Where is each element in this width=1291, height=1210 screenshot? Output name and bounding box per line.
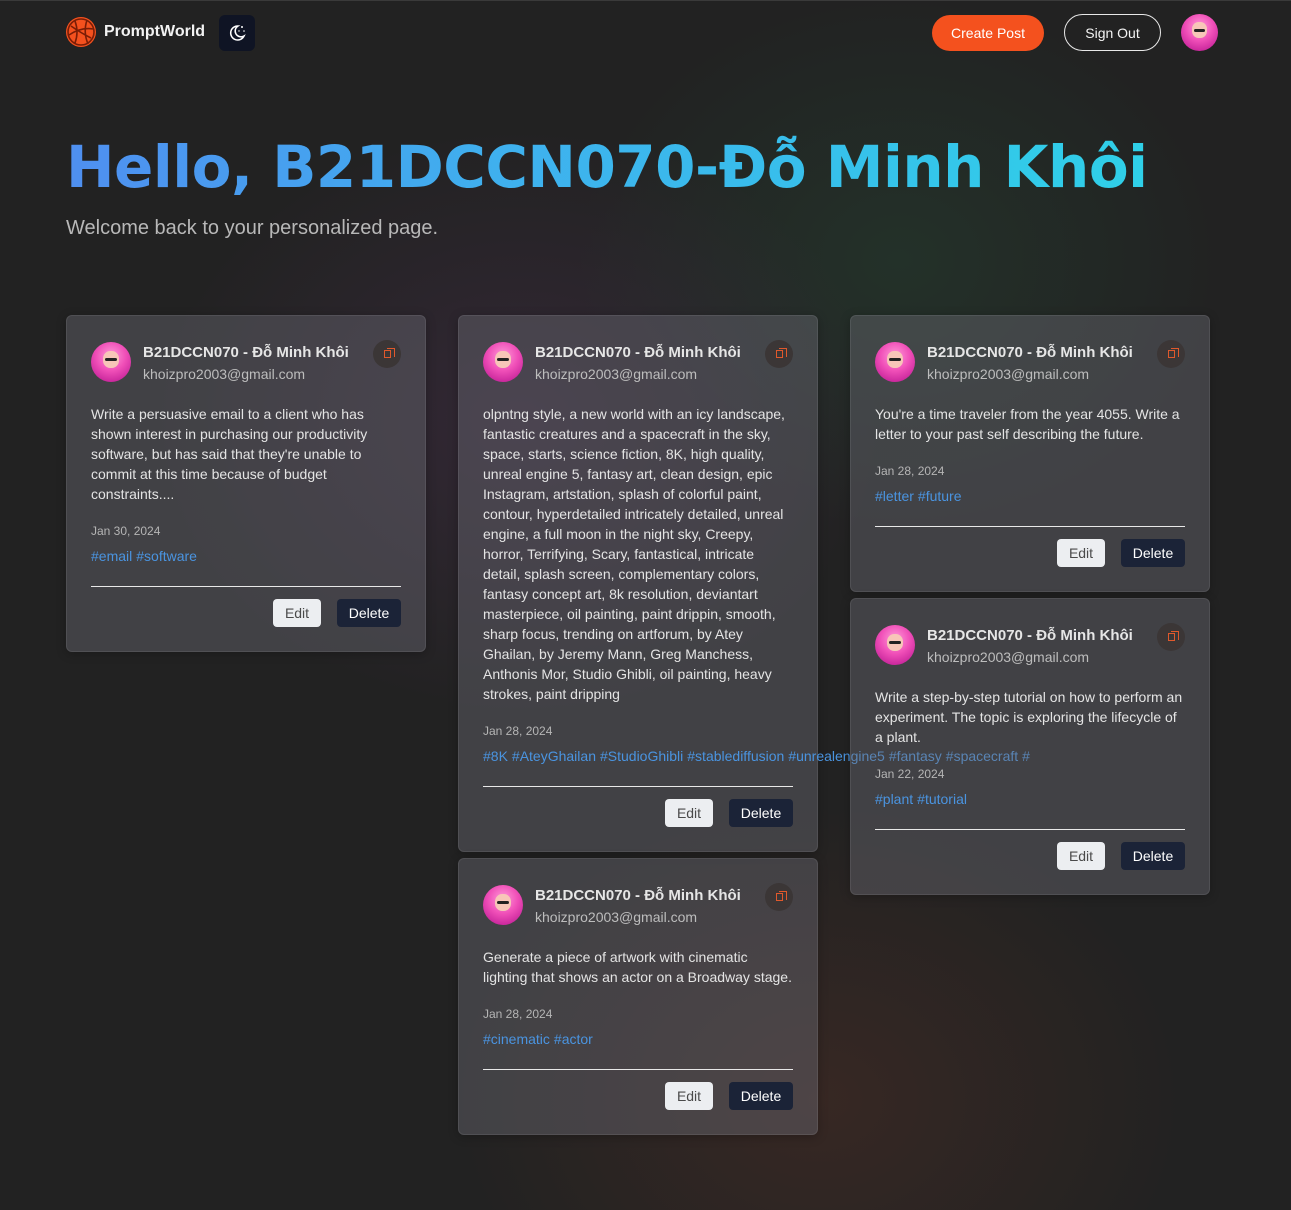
prompt-card: B21DCCN070 - Đỗ Minh Khôi khoizpro2003@g…: [850, 315, 1210, 592]
tag-link[interactable]: #cinematic: [483, 1031, 550, 1047]
tag-link[interactable]: #email: [91, 548, 132, 564]
author-name[interactable]: B21DCCN070 - Đỗ Minh Khôi: [927, 627, 1133, 644]
author-name[interactable]: B21DCCN070 - Đỗ Minh Khôi: [535, 344, 741, 361]
tag-link[interactable]: #letter: [875, 488, 914, 504]
tag-link[interactable]: #actor: [554, 1031, 593, 1047]
author-avatar[interactable]: [483, 342, 523, 382]
tag-link[interactable]: #software: [136, 548, 197, 564]
copy-button[interactable]: [1157, 340, 1185, 368]
divider: [91, 586, 401, 587]
prompt-text: olpntng style, a new world with an icy l…: [483, 406, 785, 702]
prompt-card: B21DCCN070 - Đỗ Minh Khôi khoizpro2003@g…: [850, 598, 1210, 895]
post-date: Jan 28, 2024: [483, 724, 553, 738]
delete-button[interactable]: Delete: [337, 599, 401, 627]
post-date: Jan 28, 2024: [483, 1007, 553, 1021]
author-name[interactable]: B21DCCN070 - Đỗ Minh Khôi: [143, 344, 349, 361]
brand-name: PromptWorld: [104, 23, 206, 40]
edit-button[interactable]: Edit: [1057, 842, 1105, 870]
copy-button[interactable]: [765, 340, 793, 368]
copy-button[interactable]: [765, 883, 793, 911]
copy-icon: [1167, 348, 1179, 358]
copy-button[interactable]: [373, 340, 401, 368]
author-name[interactable]: B21DCCN070 - Đỗ Minh Khôi: [535, 887, 741, 904]
delete-button[interactable]: Delete: [729, 799, 793, 827]
user-avatar[interactable]: [1181, 14, 1218, 51]
author-email: khoizpro2003@gmail.com: [143, 366, 306, 382]
delete-button[interactable]: Delete: [1121, 842, 1185, 870]
author-avatar[interactable]: [875, 625, 915, 665]
tag-link[interactable]: #stablediffusion: [687, 748, 784, 764]
author-name[interactable]: B21DCCN070 - Đỗ Minh Khôi: [927, 344, 1133, 361]
tag-list: #8K #AteyGhailan #StudioGhibli #stablediffu…: [483, 746, 1030, 766]
author-avatar[interactable]: [875, 342, 915, 382]
delete-button[interactable]: Delete: [729, 1082, 793, 1110]
divider: [483, 1069, 793, 1070]
tag-link[interactable]: #8K: [483, 748, 508, 764]
sign-out-button[interactable]: Sign Out: [1064, 14, 1161, 51]
copy-icon: [1167, 631, 1179, 641]
post-date: Jan 30, 2024: [91, 524, 161, 538]
tag-link[interactable]: #StudioGhibli: [600, 748, 683, 764]
edit-button[interactable]: Edit: [1057, 539, 1105, 567]
edit-button[interactable]: Edit: [665, 799, 713, 827]
copy-button[interactable]: [1157, 623, 1185, 651]
prompt-text: Write a step-by-step tutorial on how to …: [875, 689, 1183, 745]
prompt-text: Generate a piece of artwork with cinemat…: [483, 949, 792, 985]
copy-icon: [775, 891, 787, 901]
edit-button[interactable]: Edit: [665, 1082, 713, 1110]
tag-list: #letter #future: [875, 486, 1185, 506]
copy-icon: [383, 348, 395, 358]
prompt-text: Write a persuasive email to a client who…: [91, 406, 368, 502]
author-email: khoizpro2003@gmail.com: [927, 649, 1090, 665]
tag-list: #cinematic #actor: [483, 1029, 793, 1049]
tag-link[interactable]: #future: [918, 488, 962, 504]
divider: [483, 786, 793, 787]
prompt-text: You're a time traveler from the year 405…: [875, 406, 1180, 442]
logo-icon: [66, 17, 96, 47]
tag-list: #plant #tutorial: [875, 789, 1185, 809]
author-avatar[interactable]: [483, 885, 523, 925]
navbar: PromptWorld Create Post Sign Out: [0, 1, 1291, 65]
tag-list: #email #software: [91, 546, 401, 566]
moon-stars-icon: [229, 25, 246, 41]
theme-toggle-button[interactable]: [219, 15, 255, 51]
delete-button[interactable]: Delete: [1121, 539, 1185, 567]
prompt-card: B21DCCN070 - Đỗ Minh Khôi khoizpro2003@g…: [66, 315, 426, 652]
divider: [875, 829, 1185, 830]
author-email: khoizpro2003@gmail.com: [535, 909, 698, 925]
tag-link[interactable]: #tutorial: [917, 791, 967, 807]
page-title: Hello, B21DCCN070-Đỗ Minh Khôi: [66, 133, 1148, 201]
author-email: khoizpro2003@gmail.com: [927, 366, 1090, 382]
page-subtitle: Welcome back to your personalized page.: [66, 217, 439, 239]
copy-icon: [775, 348, 787, 358]
author-email: khoizpro2003@gmail.com: [535, 366, 698, 382]
tag-link[interactable]: #AteyGhailan: [512, 748, 596, 764]
prompt-card: B21DCCN070 - Đỗ Minh Khôi khoizpro2003@g…: [458, 858, 818, 1135]
post-date: Jan 22, 2024: [875, 767, 945, 781]
tag-link[interactable]: #plant: [875, 791, 913, 807]
brand-link[interactable]: PromptWorld: [66, 17, 205, 47]
create-post-button[interactable]: Create Post: [932, 15, 1044, 51]
edit-button[interactable]: Edit: [273, 599, 321, 627]
post-date: Jan 28, 2024: [875, 464, 945, 478]
author-avatar[interactable]: [91, 342, 131, 382]
divider: [875, 526, 1185, 527]
prompt-card: B21DCCN070 - Đỗ Minh Khôi khoizpro2003@g…: [458, 315, 1030, 852]
